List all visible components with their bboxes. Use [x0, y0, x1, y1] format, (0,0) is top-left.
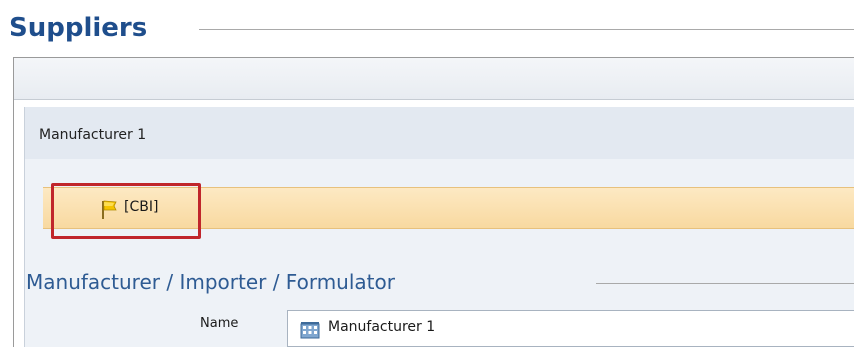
name-field[interactable]: Manufacturer 1 — [287, 310, 854, 347]
suppliers-page: Suppliers Manufacturer 1 [CBI] Manufactu… — [0, 0, 854, 347]
name-label: Name — [200, 316, 239, 331]
cbi-highlight-box — [51, 183, 201, 239]
supplier-item-title[interactable]: Manufacturer 1 — [39, 127, 146, 143]
subsection-divider — [596, 283, 854, 284]
section-divider — [199, 29, 854, 30]
section-title: Suppliers — [9, 13, 148, 43]
suppliers-section-header: Suppliers — [9, 10, 854, 46]
subsection-title: Manufacturer / Importer / Formulator — [26, 270, 395, 294]
panel-toolbar — [14, 58, 854, 100]
building-icon — [300, 322, 320, 339]
name-value: Manufacturer 1 — [328, 319, 436, 335]
manufacturer-subsection-header: Manufacturer / Importer / Formulator — [26, 268, 854, 298]
